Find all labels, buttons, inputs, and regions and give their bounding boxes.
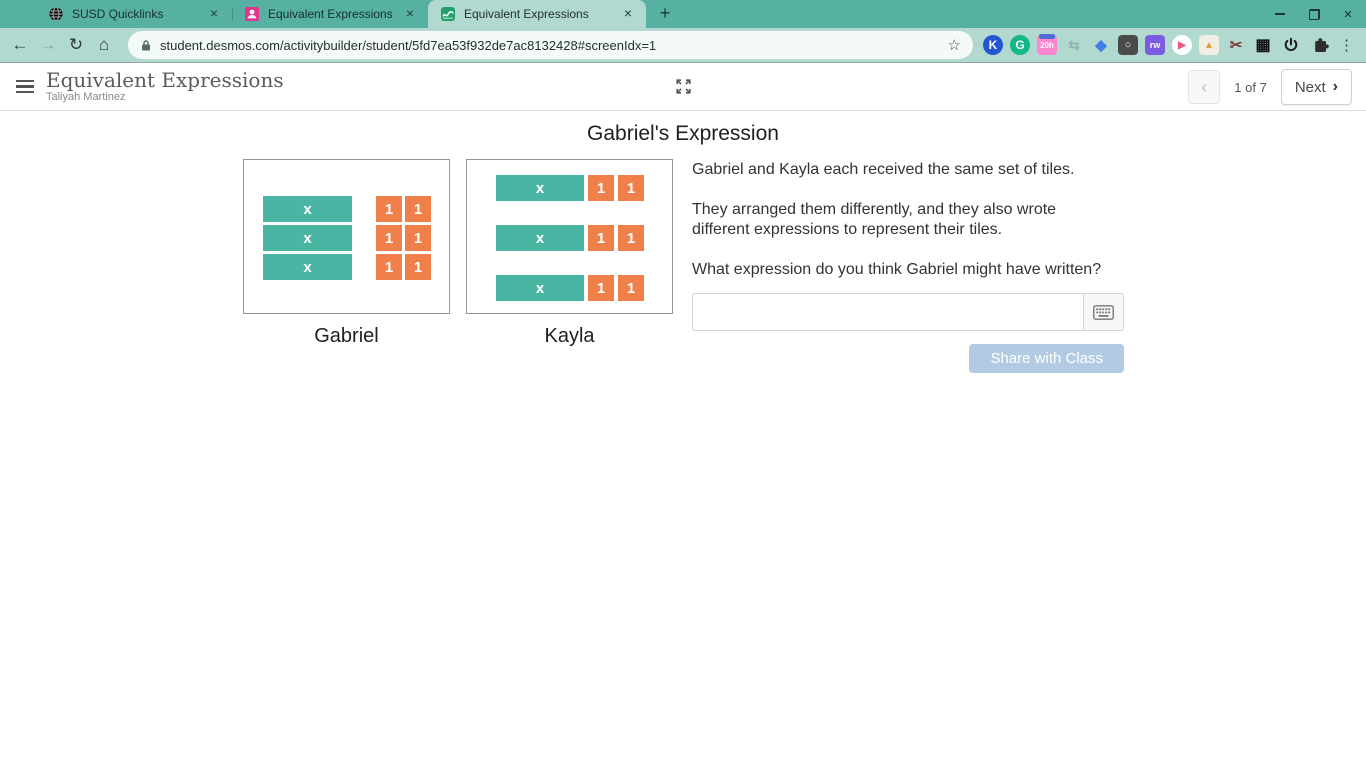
x-tile: x: [263, 225, 352, 251]
kayla-tile-rows: x11x11x11: [496, 175, 644, 301]
tab-title: Equivalent Expressions: [268, 7, 393, 21]
window-minimize-button[interactable]: [1268, 2, 1292, 26]
globe-favicon-icon: [48, 6, 64, 22]
hamburger-menu-icon[interactable]: [8, 70, 42, 104]
one-tile: 1: [405, 196, 431, 222]
home-icon[interactable]: ⌂: [90, 31, 118, 59]
browser-toolbar: ← → ↻ ⌂ student.desmos.com/activitybuild…: [0, 28, 1366, 63]
x-tile: x: [263, 254, 352, 280]
activity-header: Equivalent Expressions Taliyah Martinez …: [0, 63, 1366, 111]
tab-equivalent-expressions-active[interactable]: Equivalent Expressions ×: [428, 0, 646, 28]
play-pink-extension-icon[interactable]: ▶: [1172, 35, 1192, 55]
one-tile: 1: [376, 196, 402, 222]
share-with-class-button[interactable]: Share with Class: [969, 344, 1124, 373]
scissors-extension-icon[interactable]: ✂: [1226, 35, 1246, 55]
one-tile: 1: [618, 225, 644, 251]
gabriel-label: Gabriel: [314, 325, 379, 347]
x-tile: x: [496, 275, 584, 301]
back-icon[interactable]: ←: [6, 31, 34, 59]
page-indicator: 1 of 7: [1234, 79, 1267, 95]
forward-icon[interactable]: →: [34, 31, 62, 59]
screencast-20h-extension-icon[interactable]: 20h: [1037, 34, 1057, 55]
one-tile: 1: [618, 175, 644, 201]
browser-tab-strip: SUSD Quicklinks × Equivalent Expressions…: [0, 0, 1366, 28]
x-tile: x: [496, 225, 584, 251]
x-tile: x: [496, 175, 584, 201]
student-name: Taliyah Martinez: [46, 91, 126, 103]
x-tile: x: [263, 196, 352, 222]
lock-icon: [140, 39, 152, 52]
one-tile: 1: [618, 275, 644, 301]
browser-menu-icon[interactable]: ⋮: [1333, 36, 1358, 54]
tab-close-icon[interactable]: ×: [620, 6, 636, 22]
person-favicon-icon: [244, 6, 260, 22]
url-bar[interactable]: student.desmos.com/activitybuilder/stude…: [128, 31, 973, 59]
question-panel: Gabriel and Kayla each received the same…: [692, 157, 1124, 373]
tab-susd-quicklinks[interactable]: SUSD Quicklinks ×: [36, 0, 232, 28]
one-tile: 1: [405, 254, 431, 280]
prompt-paragraph: They arranged them differently, and they…: [692, 201, 1057, 238]
kayla-tiles-card: x11x11x11: [466, 159, 673, 314]
activity-screen: Gabriel's Expression xxx 111111 Gabriel …: [0, 111, 1366, 767]
tab-title: SUSD Quicklinks: [72, 7, 164, 21]
jar-extension-icon[interactable]: ▲: [1199, 35, 1219, 55]
tab-close-icon[interactable]: ×: [402, 6, 418, 22]
one-tile: 1: [376, 225, 402, 251]
extensions-row: K G 20h ⇆ ◆ ○ rw ▶ ▲ ✂ ▦: [981, 34, 1333, 56]
keyboard-toggle-button[interactable]: [1083, 294, 1123, 330]
qr-code-extension-icon[interactable]: ▦: [1253, 35, 1273, 55]
extensions-puzzle-icon[interactable]: [1309, 34, 1331, 56]
power-extension-icon[interactable]: [1280, 34, 1302, 56]
previous-screen-button[interactable]: ‹: [1188, 70, 1221, 104]
read-write-extension-icon[interactable]: rw: [1145, 35, 1165, 55]
desmos-favicon-icon: [440, 6, 456, 22]
tab-equivalent-expressions-1[interactable]: Equivalent Expressions ×: [232, 0, 428, 28]
sync-gray-extension-icon[interactable]: ⇆: [1064, 35, 1084, 55]
one-tile: 1: [588, 275, 614, 301]
camera-dark-extension-icon[interactable]: ○: [1118, 35, 1138, 55]
screen-title: Gabriel's Expression: [587, 122, 779, 145]
gabriel-one-tiles: 111111: [376, 196, 431, 280]
blue-gem-extension-icon[interactable]: ◆: [1091, 35, 1111, 55]
grammarly-extension-icon[interactable]: G: [1010, 35, 1030, 55]
next-screen-button[interactable]: Next ›: [1280, 69, 1352, 105]
window-close-button[interactable]: ×: [1336, 2, 1360, 26]
tab-close-icon[interactable]: ×: [206, 6, 222, 22]
tab-title: Equivalent Expressions: [464, 7, 589, 21]
kayla-label: Kayla: [544, 325, 595, 347]
activity-title: Equivalent Expressions: [46, 68, 284, 92]
gabriel-tiles-card: xxx 111111: [243, 159, 450, 314]
gabriel-x-tiles: xxx: [263, 196, 352, 280]
prompt-paragraph: What expression do you think Gabriel mig…: [692, 261, 1102, 278]
reload-icon[interactable]: ↻: [62, 31, 90, 59]
one-tile: 1: [405, 225, 431, 251]
url-text: student.desmos.com/activitybuilder/stude…: [160, 37, 657, 53]
one-tile: 1: [588, 175, 614, 201]
one-tile: 1: [588, 225, 614, 251]
new-tab-button[interactable]: +: [652, 1, 678, 27]
window-restore-button[interactable]: [1302, 2, 1326, 26]
kayla-tile-row: x11: [496, 175, 644, 201]
prompt-paragraph: Gabriel and Kayla each received the same…: [692, 161, 1075, 178]
chevron-right-icon: ›: [1332, 78, 1338, 95]
fullscreen-icon[interactable]: [668, 72, 698, 102]
expression-input[interactable]: [693, 294, 1083, 330]
one-tile: 1: [376, 254, 402, 280]
kayla-tile-row: x11: [496, 275, 644, 301]
kami-extension-icon[interactable]: K: [983, 35, 1003, 55]
kayla-tile-row: x11: [496, 225, 644, 251]
bookmark-star-icon[interactable]: ☆: [946, 36, 963, 54]
